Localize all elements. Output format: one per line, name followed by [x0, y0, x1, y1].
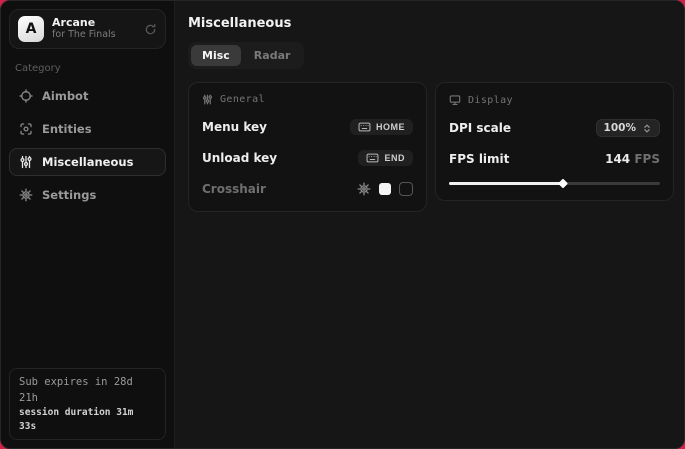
- refresh-icon[interactable]: [144, 23, 157, 36]
- display-card-header: Display: [449, 94, 660, 106]
- crosshair-checkbox[interactable]: [399, 182, 413, 196]
- fps-limit-value: 144 FPS: [605, 152, 660, 166]
- app-titles: Arcane for The Finals: [52, 16, 136, 42]
- session-duration-text: session duration 31m 33s: [19, 406, 156, 433]
- crosshair-settings-gear-icon[interactable]: [357, 182, 371, 196]
- app-window: A Arcane for The Finals Category: [0, 0, 685, 449]
- crosshair-row: Crosshair: [202, 180, 413, 198]
- sidebar: A Arcane for The Finals Category: [1, 1, 175, 448]
- category-label: Category: [15, 63, 160, 74]
- menu-key-label: Menu key: [202, 120, 267, 134]
- general-card-title: General: [220, 94, 265, 105]
- crosshair-label: Crosshair: [202, 182, 266, 196]
- cards-row: General Menu key HOME: [188, 82, 674, 212]
- sidebar-item-label: Entities: [42, 122, 92, 136]
- fps-number: 144: [605, 152, 630, 166]
- unfold-icon: [642, 123, 652, 134]
- menu-key-value: HOME: [376, 122, 405, 132]
- dpi-scale-label: DPI scale: [449, 121, 511, 135]
- fps-slider-fill: [449, 182, 563, 185]
- dpi-scale-select[interactable]: 100%: [596, 119, 660, 137]
- tab-radar[interactable]: Radar: [243, 45, 302, 66]
- app-header-card: A Arcane for The Finals: [9, 9, 166, 49]
- unload-key-bind-button[interactable]: END: [358, 150, 413, 166]
- monitor-icon: [449, 94, 461, 106]
- menu-key-row: Menu key HOME: [202, 118, 413, 136]
- fps-slider-thumb[interactable]: [558, 178, 568, 188]
- fps-unit: FPS: [634, 152, 660, 166]
- fps-limit-slider[interactable]: [449, 179, 660, 187]
- display-card: Display DPI scale 100% FPS limit: [435, 82, 674, 201]
- gear-icon: [19, 188, 33, 202]
- unload-key-value: END: [384, 153, 405, 163]
- sliders-icon: [19, 155, 33, 169]
- dpi-scale-value: 100%: [604, 122, 636, 134]
- fps-limit-row: FPS limit 144 FPS: [449, 150, 660, 168]
- crosshair-color-swatch[interactable]: [379, 183, 391, 195]
- sidebar-nav: Aimbot Entities: [9, 82, 166, 209]
- crosshair-controls: [357, 182, 413, 196]
- unload-key-label: Unload key: [202, 151, 277, 165]
- tab-misc[interactable]: Misc: [191, 45, 241, 66]
- app-logo: A: [18, 16, 44, 42]
- general-card-header: General: [202, 94, 413, 105]
- fps-limit-label: FPS limit: [449, 152, 509, 166]
- sidebar-item-settings[interactable]: Settings: [9, 181, 166, 209]
- keyboard-icon: [358, 122, 371, 132]
- sidebar-item-label: Aimbot: [42, 89, 88, 103]
- scan-icon: [19, 122, 33, 136]
- app-title: Arcane: [52, 16, 136, 29]
- tab-bar: Misc Radar: [188, 42, 304, 69]
- unload-key-row: Unload key END: [202, 149, 413, 167]
- keyboard-icon: [366, 153, 379, 163]
- main-content: Miscellaneous Misc Radar Gene: [175, 1, 685, 448]
- sidebar-item-label: Settings: [42, 188, 96, 202]
- crosshair-icon: [19, 89, 33, 103]
- display-card-title: Display: [468, 95, 513, 106]
- general-card: General Menu key HOME: [188, 82, 427, 212]
- sub-expiry-text: Sub expires in 28d 21h: [19, 375, 156, 407]
- sidebar-item-label: Miscellaneous: [42, 155, 133, 169]
- sliders-icon: [202, 94, 213, 105]
- sidebar-spacer: [9, 209, 166, 368]
- dpi-scale-row: DPI scale 100%: [449, 119, 660, 137]
- sidebar-item-aimbot[interactable]: Aimbot: [9, 82, 166, 110]
- sidebar-item-entities[interactable]: Entities: [9, 115, 166, 143]
- sidebar-item-miscellaneous[interactable]: Miscellaneous: [9, 148, 166, 176]
- app-subtitle: for The Finals: [52, 29, 136, 41]
- page-title: Miscellaneous: [188, 16, 674, 31]
- menu-key-bind-button[interactable]: HOME: [350, 119, 413, 135]
- subscription-card: Sub expires in 28d 21h session duration …: [9, 368, 166, 440]
